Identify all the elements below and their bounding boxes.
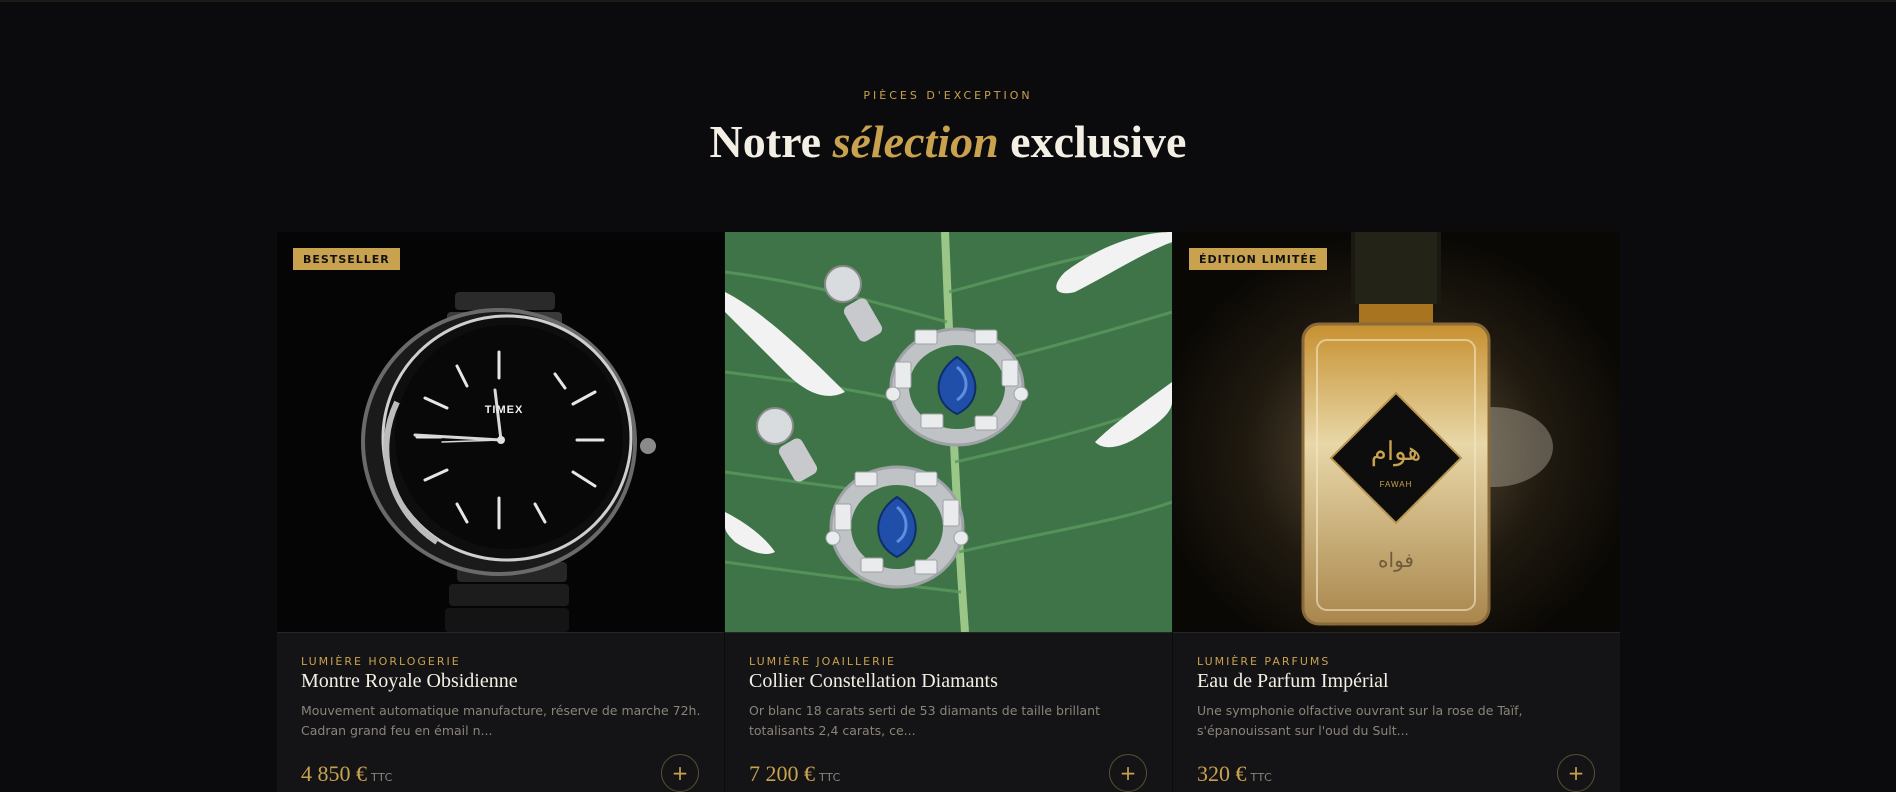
product-name[interactable]: Collier Constellation Diamants	[749, 670, 998, 693]
product-name[interactable]: Montre Royale Obsidienne	[301, 670, 518, 693]
add-to-cart-button[interactable]: +	[661, 754, 699, 792]
product-name[interactable]: Eau de Parfum Impérial	[1197, 670, 1389, 693]
limited-edition-badge: ÉDITION LIMITÉE	[1189, 248, 1328, 270]
add-to-cart-button[interactable]: +	[1557, 754, 1595, 792]
product-price: 4 850 € TTC	[301, 761, 393, 787]
card-divider	[725, 632, 1172, 633]
black-watch-image: TIMEX	[277, 232, 724, 632]
tax-label: TTC	[371, 771, 393, 784]
product-brand: LUMIÈRE PARFUMS	[1197, 655, 1331, 668]
product-image[interactable]: ﻫﻮاﻡ FAWAH ﻓﻮﺍﻩ ÉDITION LIMITÉE	[1173, 232, 1620, 632]
product-price: 7 200 € TTC	[749, 761, 841, 787]
product-card[interactable]: ﻫﻮاﻡ FAWAH ﻓﻮﺍﻩ ÉDITION LIMITÉE LUMIÈRE …	[1173, 232, 1620, 792]
perfume-bottle-image: ﻫﻮاﻡ FAWAH ﻓﻮﺍﻩ	[1173, 232, 1620, 632]
product-price: 320 € TTC	[1197, 761, 1272, 787]
product-brand: LUMIÈRE HORLOGERIE	[301, 655, 461, 668]
section-title-highlight: sélection	[832, 116, 999, 167]
product-description: Une symphonie olfactive ouvrant sur la r…	[1197, 703, 1523, 738]
product-image[interactable]: TIMEX BESTSELLER	[277, 232, 724, 632]
price-value: 4 850 €	[301, 761, 367, 786]
card-divider	[277, 632, 724, 633]
section-title-end: exclusive	[998, 116, 1187, 167]
sapphire-earrings-on-leaf-image	[725, 232, 1172, 632]
top-divider	[0, 0, 1896, 2]
product-brand: LUMIÈRE JOAILLERIE	[749, 655, 896, 668]
dial-brand-text: TIMEX	[485, 404, 524, 416]
section-title: Notre sélection exclusive	[0, 112, 1896, 172]
price-value: 7 200 €	[749, 761, 815, 786]
product-description: Mouvement automatique manufacture, réser…	[301, 703, 701, 738]
bottle-label-text: FAWAH	[1380, 480, 1413, 489]
card-divider	[1173, 632, 1620, 633]
product-description: Or blanc 18 carats serti de 53 diamants …	[749, 703, 1100, 738]
add-to-cart-button[interactable]: +	[1109, 754, 1147, 792]
svg-text:ﻫﻮاﻡ: ﻫﻮاﻡ	[1371, 437, 1421, 467]
section-eyebrow: PIÈCES D'EXCEPTION	[863, 89, 1033, 102]
product-image[interactable]	[725, 232, 1172, 632]
tax-label: TTC	[819, 771, 841, 784]
price-value: 320 €	[1197, 761, 1247, 786]
bestseller-badge: BESTSELLER	[293, 248, 400, 270]
section-title-start: Notre	[709, 116, 833, 167]
tax-label: TTC	[1250, 771, 1273, 784]
product-card[interactable]: TIMEX BESTSELLER LUMIÈRE HORLOGERIE Mont…	[277, 232, 724, 792]
svg-text:ﻓﻮﺍﻩ: ﻓﻮﺍﻩ	[1378, 550, 1414, 572]
product-card[interactable]: LUMIÈRE JOAILLERIE Collier Constellation…	[725, 232, 1172, 792]
